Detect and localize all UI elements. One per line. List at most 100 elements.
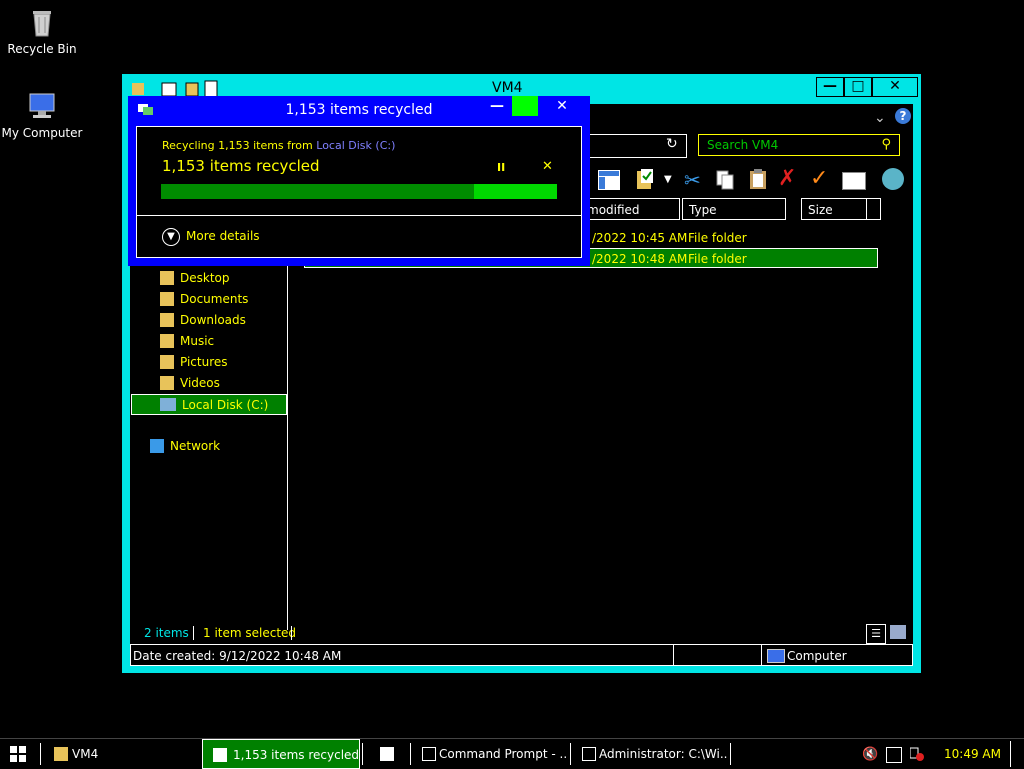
taskbar-separator [570, 743, 571, 765]
checkmark-icon[interactable]: ✓ [810, 166, 828, 191]
nav-item-label: Local Disk (C:) [182, 398, 269, 412]
network-tray-icon[interactable] [886, 747, 902, 763]
windows-logo-icon [10, 746, 26, 762]
nav-item-label: Pictures [180, 355, 228, 369]
nav-item-label: Videos [180, 376, 220, 390]
status-selected-count: 1 item selected [203, 626, 297, 640]
recycle-bin-icon [26, 6, 58, 38]
column-header-modified[interactable]: modified [580, 198, 680, 220]
details-divider [761, 645, 762, 665]
recycle-progress-dialog: 1,153 items recycled — ✕ Recycling 1,153… [128, 96, 590, 266]
help-icon[interactable]: ? [895, 108, 911, 124]
folder-icon [160, 271, 174, 285]
details-divider [673, 645, 674, 665]
desktop-icon-label: Recycle Bin [7, 42, 77, 56]
dialog-maximize-button[interactable] [512, 96, 538, 116]
start-button[interactable] [10, 746, 26, 762]
show-desktop-button[interactable] [1010, 741, 1011, 767]
large-icons-view-button[interactable] [890, 625, 906, 639]
console-icon [422, 747, 436, 761]
row-type: File folder [688, 231, 747, 245]
taskbar-separator [410, 743, 411, 765]
column-header-divider [867, 198, 881, 220]
close-button[interactable]: ✕ [872, 77, 918, 97]
drive-icon [160, 398, 176, 411]
progress-bar-fill [161, 184, 474, 199]
chevron-down-icon[interactable]: ⌄ [874, 110, 886, 126]
clock[interactable]: 10:49 AM [944, 747, 1001, 761]
row-date: /2022 10:48 AM [592, 252, 688, 266]
paste-icon[interactable] [748, 168, 768, 190]
search-input[interactable]: Search VM4 [707, 138, 778, 152]
status-item-count: 2 items [144, 626, 189, 640]
folder-icon [160, 292, 174, 306]
status-separator [193, 626, 194, 640]
dialog-divider [137, 215, 581, 216]
column-header-size[interactable]: Size [801, 198, 867, 220]
taskbar-separator [362, 743, 363, 765]
dialog-content: Recycling 1,153 items from Local Disk (C… [136, 126, 582, 258]
desktop-icon-my-computer[interactable]: My Computer [0, 90, 84, 140]
folder-icon [160, 355, 174, 369]
document-icon [380, 747, 394, 761]
row-date: /2022 10:45 AM [592, 231, 688, 245]
status-bar: 2 items 1 item selected ☰ [130, 622, 913, 644]
maximize-button[interactable]: □ [844, 77, 872, 97]
cut-icon[interactable]: ✂ [684, 168, 701, 192]
refresh-icon[interactable]: ↻ [666, 136, 678, 152]
taskbar-item-recycle-progress[interactable]: 1,153 items recycled [202, 739, 360, 769]
source-link[interactable]: Local Disk (C:) [316, 139, 395, 152]
layout-icon[interactable] [598, 170, 620, 190]
action-center-icon[interactable] [909, 747, 924, 761]
network-icon [150, 439, 164, 453]
folder-options-icon[interactable] [636, 168, 656, 190]
dropdown-arrow-icon[interactable]: ▼ [664, 174, 672, 185]
delete-icon[interactable]: ✗ [778, 166, 796, 191]
network-globe-icon[interactable] [882, 168, 904, 190]
folder-icon [54, 747, 68, 761]
nav-item-label: Network [170, 439, 221, 453]
dialog-close-button[interactable]: ✕ [540, 96, 584, 116]
folder-icon [160, 376, 174, 390]
chevron-down-icon: ▼ [162, 228, 180, 246]
nav-item-local-disk[interactable]: Local Disk (C:) [131, 394, 287, 415]
search-box[interactable]: Search VM4 ⚲ [698, 134, 900, 156]
cancel-button[interactable]: ✕ [542, 159, 553, 174]
taskbar-item-command-prompt[interactable]: Command Prompt - ... [412, 739, 568, 769]
taskbar-item-label: 1,153 items recycled [233, 748, 360, 762]
progress-bar [161, 184, 557, 199]
nav-item-label: Downloads [180, 313, 246, 327]
taskbar-item-administrator[interactable]: Administrator: C:\Wi... [572, 739, 728, 769]
column-header-type[interactable]: Type [682, 198, 786, 220]
row-type: File folder [688, 252, 747, 266]
copy-icon[interactable] [716, 170, 734, 190]
dialog-minimize-button[interactable]: — [484, 96, 510, 116]
console-icon [582, 747, 596, 761]
nav-item-label: Music [180, 334, 215, 348]
taskbar-separator [40, 743, 41, 765]
recycling-prefix: Recycling 1,153 items from [162, 139, 313, 152]
minimize-button[interactable]: — [816, 77, 844, 97]
window-title: VM4 [492, 80, 523, 96]
pause-button[interactable]: II [497, 161, 505, 174]
search-icon: ⚲ [881, 137, 891, 152]
desktop-icon-label: My Computer [1, 126, 83, 140]
properties-icon[interactable] [842, 172, 866, 190]
details-pane: Date created: 9/12/2022 10:48 AM Compute… [130, 644, 913, 666]
taskbar-item-label: VM4 [72, 747, 99, 761]
taskbar-item-document[interactable] [364, 739, 408, 769]
desktop-icon-recycle-bin[interactable]: Recycle Bin [0, 6, 84, 56]
nav-item-label: Desktop [180, 271, 230, 285]
nav-pane-divider [287, 244, 288, 630]
dialog-headline: 1,153 items recycled [162, 157, 320, 175]
taskbar-separator [730, 743, 731, 765]
volume-muted-icon[interactable]: 🔇 [862, 747, 878, 762]
details-view-button[interactable]: ☰ [866, 624, 886, 644]
computer-icon [26, 90, 58, 122]
computer-icon [767, 649, 785, 663]
taskbar-item-explorer[interactable]: VM4 [42, 739, 200, 769]
date-created: Date created: 9/12/2022 10:48 AM [133, 649, 342, 663]
folder-icon [160, 313, 174, 327]
nav-item-label: Documents [180, 292, 249, 306]
recycle-progress-icon [213, 748, 227, 762]
